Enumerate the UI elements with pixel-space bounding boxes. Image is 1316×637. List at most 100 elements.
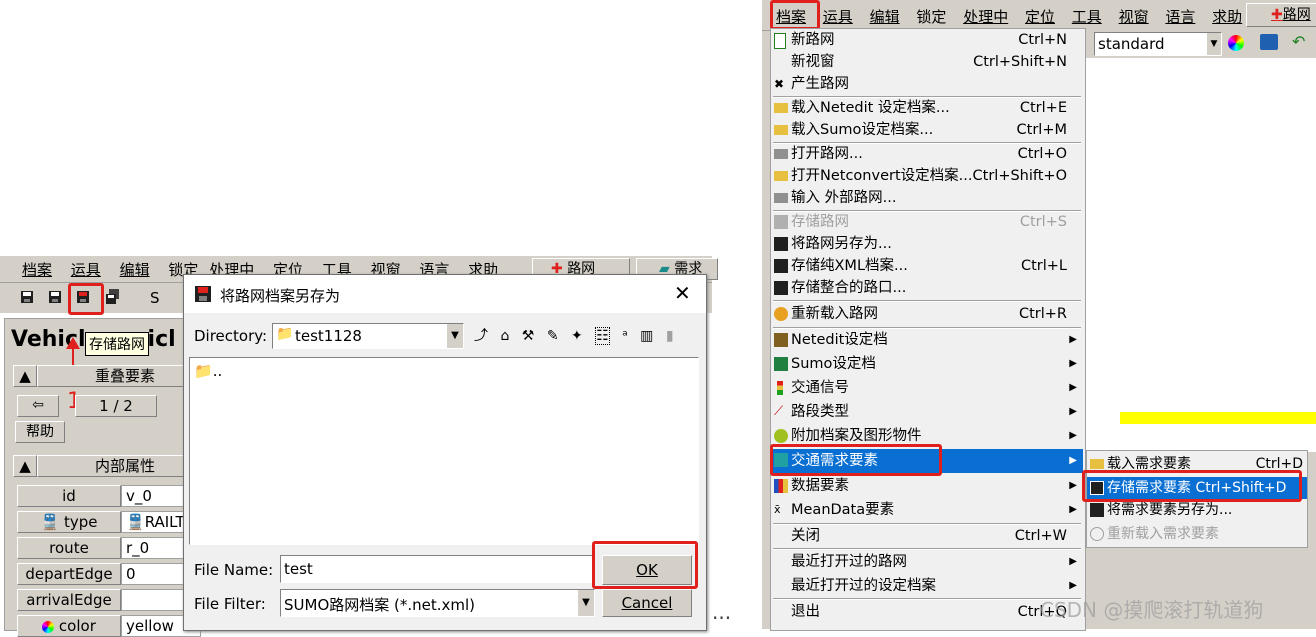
- import-icon: [774, 193, 788, 203]
- file-name-label: File Name:: [194, 561, 274, 579]
- right-menu-window[interactable]: 视窗: [1119, 6, 1149, 27]
- vehicle-type-icon: 🚆: [40, 513, 60, 531]
- directory-select[interactable]: 📁 test1128 ▼: [272, 323, 464, 349]
- menu-import-network[interactable]: 输入 外部路网...: [771, 187, 1083, 209]
- menu-save-plain-xml[interactable]: 存储纯XML档案... Ctrl+L: [771, 255, 1083, 277]
- right-menu-help[interactable]: 求助: [1212, 6, 1242, 27]
- save-icon: [774, 215, 788, 229]
- chevron-down-icon[interactable]: ▼: [447, 324, 463, 348]
- menu-new-window[interactable]: 新视窗 Ctrl+Shift+N: [771, 51, 1083, 73]
- inner-collapse-button[interactable]: ▲: [13, 455, 37, 477]
- menu-exit[interactable]: 退出 Ctrl+Q: [771, 601, 1083, 623]
- netedit-icon: [774, 333, 788, 347]
- red-cross-icon: ✚: [1271, 7, 1283, 23]
- right-menu-tools[interactable]: 工具: [1072, 6, 1102, 27]
- bookmark-icon[interactable]: ✎: [547, 328, 559, 344]
- menu-recent-configs[interactable]: 最近打开过的设定档案 ▶: [771, 575, 1083, 597]
- nav-back-button[interactable]: ⇦: [17, 395, 59, 417]
- nav-page-indicator: 1 / 2: [75, 395, 157, 417]
- color-wheel-icon[interactable]: [1228, 35, 1244, 51]
- sumo-icon: [774, 357, 788, 371]
- open-network-icon: [774, 149, 788, 159]
- scheme-select[interactable]: standard ▼: [1094, 32, 1222, 56]
- folder-icon: 📁: [194, 362, 213, 380]
- menu-generate-network[interactable]: ✖ 产生路网: [771, 73, 1083, 95]
- icon-view-icon[interactable]: ᵃ: [622, 328, 627, 344]
- menu-save-joined-junctions[interactable]: 存储整合的路口...: [771, 277, 1083, 299]
- new-folder-icon[interactable]: ✦: [571, 328, 583, 344]
- submenu-arrow-icon: ▶: [1069, 358, 1077, 369]
- file-filter-select[interactable]: SUMO路网档案 (*.net.xml) ▼: [280, 589, 595, 617]
- chevron-down-icon[interactable]: ▼: [1207, 33, 1221, 55]
- file-menu: 新路网 Ctrl+N 新视窗 Ctrl+Shift+N ✖ 产生路网 载入Netedi…: [770, 28, 1086, 631]
- toolbar-s-button[interactable]: S: [150, 289, 160, 307]
- right-menu-processing[interactable]: 处理中: [963, 6, 1008, 27]
- menu-save-network-as[interactable]: 将路网另存为...: [771, 233, 1083, 255]
- canvas-area[interactable]: [1086, 58, 1316, 452]
- delete-icon[interactable]: ▮: [666, 328, 674, 344]
- left-menu-file[interactable]: 档案: [22, 259, 52, 280]
- right-menu-lock[interactable]: 锁定: [916, 6, 946, 27]
- tooltip: 存储路网: [85, 332, 149, 356]
- submenu-arrow-icon: ▶: [1069, 406, 1077, 417]
- up-folder-icon[interactable]: ⤴: [474, 328, 488, 344]
- list-view-icon[interactable]: ☷: [595, 327, 610, 345]
- right-menu-edit[interactable]: 编辑: [870, 6, 900, 27]
- attr-type-button[interactable]: 🚆 type: [17, 511, 121, 533]
- menu-open-network[interactable]: 打开路网... Ctrl+O: [771, 143, 1083, 165]
- left-menu-edit[interactable]: 编辑: [120, 259, 150, 280]
- new-file-icon: [774, 33, 786, 49]
- menu-load-sumo-config[interactable]: 载入Sumo设定档案... Ctrl+M: [771, 119, 1083, 141]
- color-wheel-icon: [42, 620, 55, 633]
- overlap-collapse-button[interactable]: ▲: [13, 365, 37, 387]
- attr-id-label: id: [17, 485, 121, 507]
- submenu-arrow-icon: ▶: [1069, 334, 1077, 345]
- menu-open-netconvert-config[interactable]: 打开Netconvert设定档案... Ctrl+Shift+O: [771, 165, 1083, 187]
- save-as-icon[interactable]: [44, 286, 66, 308]
- menu-new-network[interactable]: 新路网 Ctrl+N: [771, 29, 1083, 51]
- help-button[interactable]: 帮助: [15, 421, 65, 443]
- annotation-box-ok: [592, 541, 698, 589]
- menu-edge-types[interactable]: ⟋ 路段类型 ▶: [771, 401, 1083, 423]
- save-icon[interactable]: [16, 286, 38, 308]
- right-menu-language[interactable]: 语言: [1165, 6, 1195, 27]
- menu-traffic-lights[interactable]: 交通信号 ▶: [771, 377, 1083, 399]
- menu-recent-networks[interactable]: 最近打开过的路网 ▶: [771, 551, 1083, 573]
- dialog-title: 将路网档案另存为: [220, 287, 341, 305]
- save-icon: [774, 281, 788, 295]
- menu-save-network[interactable]: 存储路网 Ctrl+S: [771, 211, 1083, 233]
- file-name-input[interactable]: test: [280, 555, 595, 583]
- list-item[interactable]: 📁..: [194, 362, 222, 380]
- submenu-save-demand-as[interactable]: 将需求要素另存为...: [1087, 499, 1307, 521]
- menu-load-netedit-config[interactable]: 载入Netedit 设定档案... Ctrl+E: [771, 97, 1083, 119]
- save-all-icon[interactable]: [102, 286, 124, 308]
- chevron-down-icon[interactable]: ▼: [578, 590, 594, 616]
- undo-icon[interactable]: ↶: [1292, 32, 1305, 51]
- traffic-light-icon: [777, 381, 783, 395]
- menu-netedit-config[interactable]: Netedit设定档 ▶: [771, 329, 1083, 351]
- menu-data-elements[interactable]: 数据要素 ▶: [771, 475, 1083, 497]
- menu-close[interactable]: 关闭 Ctrl+W: [771, 525, 1083, 547]
- submenu-arrow-icon: ▶: [1069, 504, 1077, 515]
- right-menu-vehicle[interactable]: 运具: [823, 6, 853, 27]
- left-menu-vehicle[interactable]: 运具: [71, 259, 101, 280]
- attr-color-button[interactable]: color: [17, 615, 121, 637]
- open-folder-icon: [774, 103, 788, 113]
- file-list[interactable]: 📁..: [189, 357, 699, 545]
- yellow-road: [1120, 412, 1316, 424]
- right-mode-network-button[interactable]: ✚路网: [1246, 3, 1316, 27]
- submenu-arrow-icon: ▶: [1069, 556, 1077, 567]
- close-icon[interactable]: ✕: [674, 281, 691, 305]
- menu-sumo-config[interactable]: Sumo设定档 ▶: [771, 353, 1083, 375]
- cancel-button[interactable]: Cancel: [602, 589, 692, 617]
- work-icon[interactable]: ⚒: [522, 328, 535, 344]
- home-icon[interactable]: ⌂: [500, 328, 509, 344]
- submenu-arrow-icon: ▶: [1069, 480, 1077, 491]
- camera-icon[interactable]: [1260, 34, 1278, 50]
- submenu-reload-demand[interactable]: 重新载入需求要素: [1087, 523, 1307, 545]
- detail-view-icon[interactable]: ▥: [640, 328, 653, 344]
- right-menu-locate[interactable]: 定位: [1025, 6, 1055, 27]
- menu-separator: [773, 300, 1081, 302]
- menu-meandata[interactable]: x̄ MeanData要素 ▶: [771, 499, 1083, 521]
- menu-reload-network[interactable]: 重新载入路网 Ctrl+R: [771, 303, 1083, 325]
